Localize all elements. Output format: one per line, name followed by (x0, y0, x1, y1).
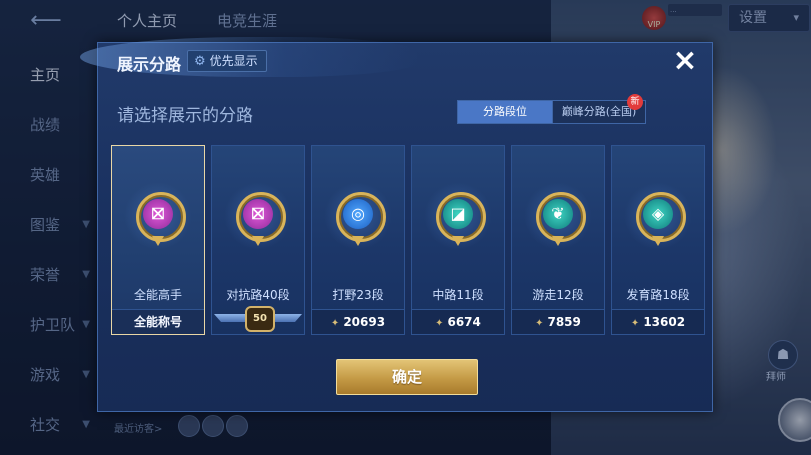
role-card-farm-lane[interactable]: ◈ 发育路18段 ✦ 13602 (611, 145, 705, 335)
close-icon[interactable]: × (670, 46, 700, 77)
farm-lane-emblem-icon: ◈ (624, 182, 692, 250)
mid-emblem-icon: ◪ (424, 182, 492, 250)
role-card-jungle[interactable]: ◎ 打野23段 ✦ 20693 (311, 145, 405, 335)
role-card-roam[interactable]: ❦ 游走12段 ✦ 7859 (511, 145, 605, 335)
power-icon: ✦ (630, 318, 640, 329)
role-card-title: 全能高手 (133, 288, 182, 302)
role-power-value: 6674 (447, 315, 481, 329)
gear-icon: ⚙ (194, 54, 206, 69)
display-role-dialog: 展示分路 ⚙ 优先显示 × 请选择展示的分路 分路段位 巅峰分路(全国) 新 ⛝ … (80, 37, 713, 412)
role-card-mid[interactable]: ◪ 中路11段 ✦ 6674 (411, 145, 505, 335)
role-power-value: 7859 (547, 315, 581, 329)
priority-label: 优先显示 (209, 54, 258, 68)
power-icon: ✦ (435, 318, 444, 329)
power-icon: ✦ (535, 318, 544, 329)
role-card-footer: 全能称号 (112, 309, 204, 334)
dialog-title: 展示分路 (117, 55, 182, 74)
all-round-emblem-icon: ⛝ (124, 182, 192, 250)
role-power-value: 20693 (343, 315, 386, 329)
role-card-title: 打野23段 (332, 288, 384, 302)
jungle-emblem-icon: ◎ (324, 182, 392, 250)
clash-lane-emblem-icon: ⛝ (224, 182, 292, 250)
role-card-title: 游走12段 (532, 288, 584, 302)
role-power-value: 13602 (643, 315, 686, 329)
role-card-all-round[interactable]: ⛝ 全能高手 全能称号 (111, 145, 205, 335)
star-level-badge: 50 (212, 306, 304, 334)
role-card-footer: ✦ 7859 (512, 309, 604, 334)
tab-role-rank[interactable]: 分路段位 (457, 100, 553, 124)
role-card-title: 中路11段 (432, 288, 484, 302)
role-card-title: 发育路18段 (626, 288, 690, 302)
roam-emblem-icon: ❦ (524, 182, 592, 250)
role-card-clash-lane[interactable]: ⛝ 对抗路40段 50 (211, 145, 305, 335)
dialog-prompt: 请选择展示的分路 (117, 106, 253, 126)
role-card-footer: ✦ 20693 (312, 309, 404, 334)
new-badge: 新 (627, 94, 643, 110)
confirm-button[interactable]: 确定 (336, 359, 478, 395)
role-card-title: 对抗路40段 (226, 288, 290, 302)
role-card-footer: ✦ 6674 (412, 309, 504, 334)
power-icon: ✦ (330, 318, 340, 329)
star-level-value: 50 (245, 306, 275, 332)
priority-display-button[interactable]: ⚙ 优先显示 (187, 50, 267, 72)
role-card-footer: ✦ 13602 (612, 309, 704, 334)
